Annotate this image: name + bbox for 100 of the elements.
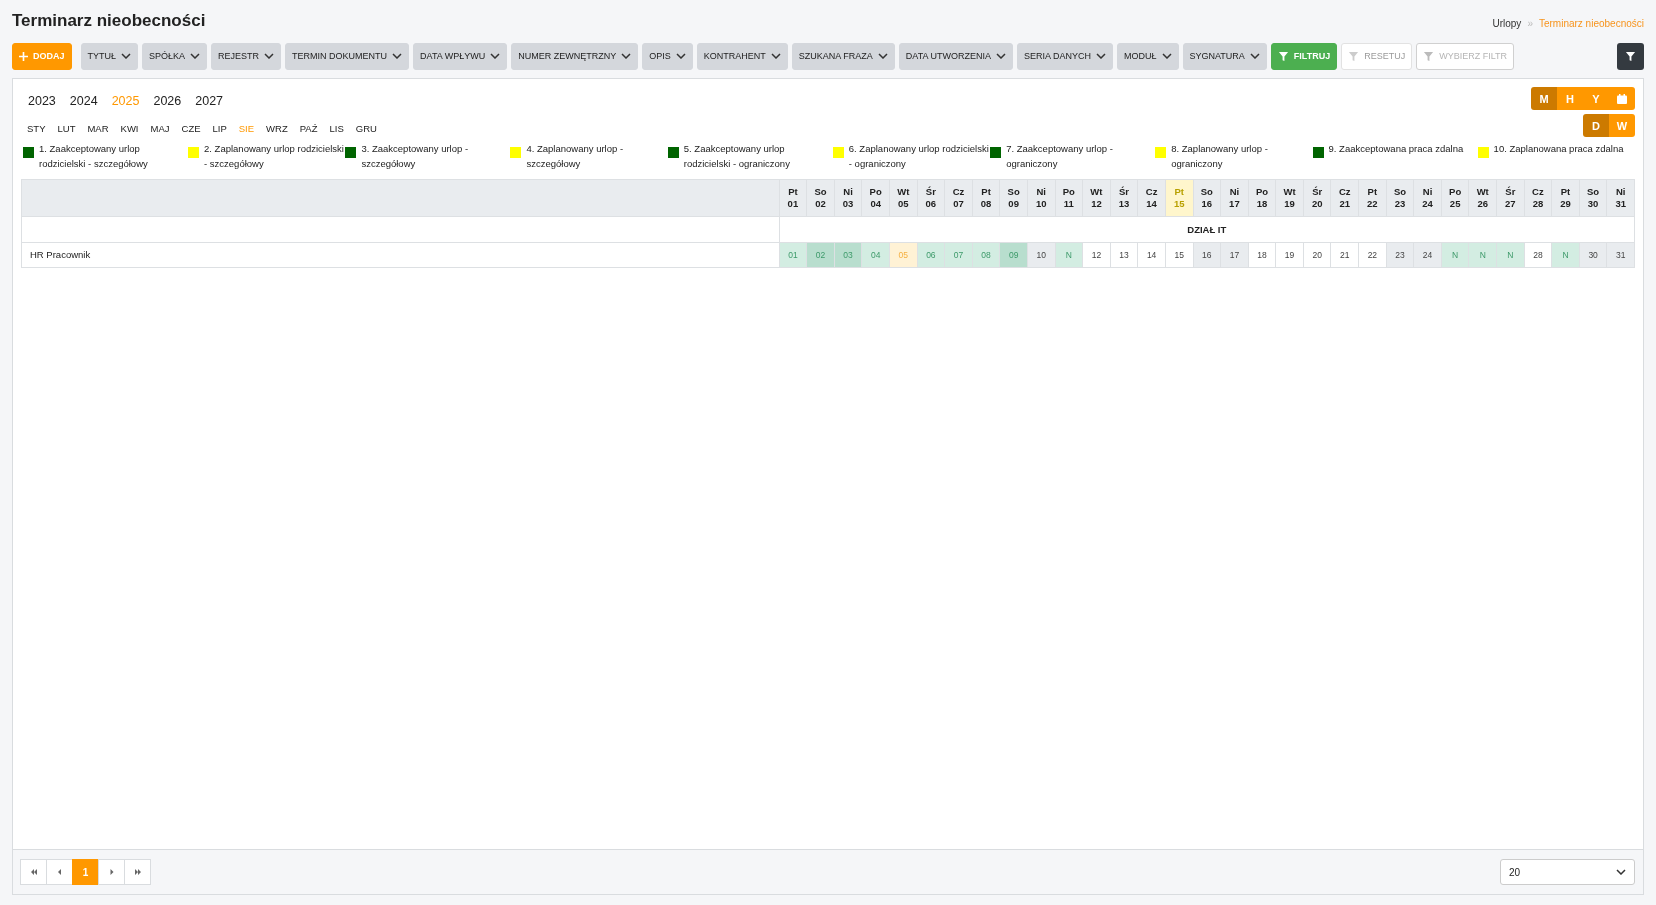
legend-label: 3. Zaakceptowany urlop - szczegółowy xyxy=(361,142,470,171)
day-cell: 16 xyxy=(1192,242,1221,267)
day-cell: N xyxy=(1468,242,1497,267)
filter-dropdown[interactable]: REJESTR xyxy=(211,42,282,70)
day-header: Śr 06 xyxy=(916,180,945,216)
legend-label: 1. Zaakceptowany urlop rodzicielski - szczegółowy xyxy=(39,142,149,171)
filter-dropdown[interactable]: TERMIN DOKUMENTU xyxy=(285,42,410,70)
legend-label: 4. Zaplanowany urlop - szczegółowy xyxy=(526,142,625,171)
day-cell: 06 xyxy=(916,242,945,267)
day-header: Pt 08 xyxy=(971,180,1000,216)
day-header: Cz 07 xyxy=(944,180,972,216)
employee-name: HR Pracownik xyxy=(22,242,779,267)
filter-dropdown[interactable]: SZUKANA FRAZA xyxy=(791,42,895,70)
day-cell: N xyxy=(1054,242,1083,267)
filter-dropdown[interactable]: DATA UTWORZENIA xyxy=(898,42,1013,70)
year-tab[interactable]: 2026 xyxy=(146,91,189,111)
day-cell: 03 xyxy=(833,242,862,267)
legend-label: 7. Zaakceptowany urlop - ograniczony xyxy=(1006,142,1114,171)
day-header: So 16 xyxy=(1192,180,1221,216)
month-tab[interactable]: STY xyxy=(21,121,52,136)
legend-label: 6. Zaplanowany urlop rodzicielski - ograniczony xyxy=(848,142,990,171)
day-cell: N xyxy=(1551,242,1579,267)
day-header: Ni 03 xyxy=(833,180,862,216)
day-cell: 02 xyxy=(806,242,834,267)
year-tab[interactable]: 2027 xyxy=(188,91,231,111)
filter-dropdown[interactable]: MODUŁ xyxy=(1117,42,1179,70)
filter-dropdown[interactable]: TYTUŁ xyxy=(80,42,139,70)
breadcrumb-separator: » xyxy=(1527,17,1533,29)
filter-dropdown[interactable]: NUMER ZEWNĘTRZNY xyxy=(511,42,639,70)
day-cell: 30 xyxy=(1578,242,1607,267)
day-header: Po 04 xyxy=(861,180,889,216)
day-cell: 10 xyxy=(1026,242,1055,267)
day-cell: 14 xyxy=(1137,242,1165,267)
month-tab[interactable]: KWI xyxy=(114,121,145,136)
month-tab[interactable]: CZE xyxy=(175,121,207,136)
filter-dropdown[interactable]: KONTRAHENT xyxy=(696,42,788,70)
day-header: Pt 22 xyxy=(1358,180,1386,216)
page-size-select[interactable]: 20 xyxy=(1500,859,1635,885)
month-tab[interactable]: MAJ xyxy=(144,121,176,136)
day-header: Pt 15 xyxy=(1164,180,1193,216)
day-cell: 09 xyxy=(999,242,1027,267)
day-header: So 02 xyxy=(806,180,834,216)
filter-dropdown[interactable]: DATA WPŁYWU xyxy=(413,42,508,70)
day-header: Ni 31 xyxy=(1606,180,1634,216)
year-tab[interactable]: 2023 xyxy=(21,91,63,111)
day-header: Po 25 xyxy=(1440,180,1469,216)
filter-dropdown[interactable]: SERIA DANYCH xyxy=(1016,42,1113,70)
month-tab[interactable]: MAR xyxy=(81,121,115,136)
day-cell: 28 xyxy=(1523,242,1552,267)
day-header: Śr 27 xyxy=(1496,180,1524,216)
day-header: Śr 20 xyxy=(1302,180,1331,216)
day-cell: 01 xyxy=(778,242,807,267)
day-header: Pt 01 xyxy=(778,180,807,216)
day-header: Pt 29 xyxy=(1551,180,1579,216)
day-cell: 19 xyxy=(1275,242,1303,267)
day-cell: N xyxy=(1496,242,1524,267)
filter-dropdown[interactable]: OPIS xyxy=(642,42,693,70)
day-header: Wt 26 xyxy=(1468,180,1497,216)
month-tab[interactable]: LIP xyxy=(206,121,233,136)
filter-dropdown[interactable]: SPÓŁKA xyxy=(142,42,208,70)
month-tab[interactable]: LUT xyxy=(51,121,82,136)
day-cell: 04 xyxy=(861,242,889,267)
legend-label: 2. Zaplanowany urlop rodzicielski - szczegółowy xyxy=(204,142,345,171)
day-cell: N xyxy=(1440,242,1469,267)
day-cell: 18 xyxy=(1247,242,1276,267)
page-title: Terminarz nieobecności xyxy=(12,11,206,31)
day-header: Ni 10 xyxy=(1026,180,1055,216)
day-cell: 13 xyxy=(1109,242,1138,267)
month-tab[interactable]: WRZ xyxy=(260,121,294,136)
day-header: Wt 19 xyxy=(1275,180,1303,216)
day-header: Cz 28 xyxy=(1523,180,1552,216)
day-cell: 22 xyxy=(1358,242,1386,267)
day-cell: 21 xyxy=(1330,242,1359,267)
day-cell: 12 xyxy=(1082,242,1110,267)
day-cell: 20 xyxy=(1302,242,1331,267)
filter-dropdown[interactable]: SYGNATURA xyxy=(1182,42,1267,70)
day-header: So 30 xyxy=(1578,180,1607,216)
legend-label: 10. Zaplanowana praca zdalna xyxy=(1493,142,1624,156)
day-cell: 15 xyxy=(1164,242,1193,267)
day-header: Cz 21 xyxy=(1330,180,1359,216)
month-tab[interactable]: PAŹ xyxy=(293,121,324,136)
day-header: Ni 24 xyxy=(1413,180,1441,216)
day-header: So 09 xyxy=(999,180,1027,216)
year-tab[interactable]: 2024 xyxy=(62,91,105,111)
day-header: Cz 14 xyxy=(1137,180,1165,216)
day-header: Wt 12 xyxy=(1082,180,1110,216)
month-tab[interactable]: GRU xyxy=(349,121,383,136)
legend-label: 5. Zaakceptowany urlop rodzicielski - ograniczony xyxy=(683,142,791,171)
day-header: So 23 xyxy=(1385,180,1414,216)
day-cell: 08 xyxy=(971,242,1000,267)
day-cell: 31 xyxy=(1606,242,1634,267)
breadcrumb-link[interactable]: Urlopy xyxy=(1492,17,1522,29)
day-cell: 17 xyxy=(1220,242,1248,267)
day-header: Śr 13 xyxy=(1109,180,1138,216)
legend-label: 8. Zaplanowany urlop - ograniczony xyxy=(1171,142,1269,171)
day-header: Wt 05 xyxy=(888,180,917,216)
day-header: Po 11 xyxy=(1054,180,1083,216)
day-header: Ni 17 xyxy=(1220,180,1248,216)
day-cell: 05 xyxy=(888,242,917,267)
month-tab[interactable]: LIS xyxy=(323,121,350,136)
